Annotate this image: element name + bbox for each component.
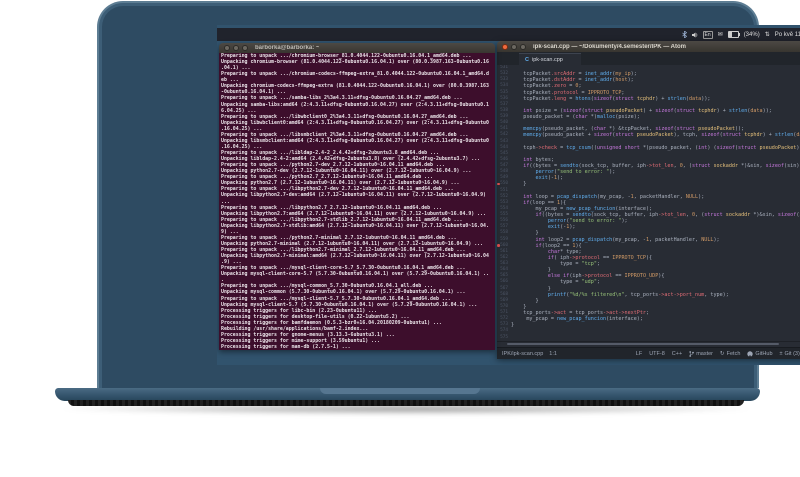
- terminal-line: Unpacking libwbclient0:amd64 (2:4.3.11+d…: [221, 119, 489, 126]
- laptop-mockup: En ✉ (34%) ⇅ Po kvě 11 16:09:29 barborka…: [0, 0, 800, 477]
- atom-close-button[interactable]: [502, 43, 508, 50]
- fetch-label: Fetch: [726, 350, 741, 357]
- status-fetch[interactable]: ↻ Fetch: [720, 351, 740, 357]
- terminal-maximize-button[interactable]: [242, 45, 248, 51]
- terminal-titlebar[interactable]: barborka@barborka: ~: [219, 43, 495, 53]
- branch-icon: [689, 350, 695, 357]
- terminal-line: Preparing to unpack .../libpython2.7-std…: [221, 216, 463, 223]
- terminal-line: Unpacking mysql-common (5.7.30-0ubuntu0.…: [221, 289, 466, 296]
- terminal-output[interactable]: Preparing to unpack .../chromium-browser…: [219, 53, 495, 350]
- clock[interactable]: Po kvě 11 16:09:29: [775, 32, 800, 38]
- desktop: En ✉ (34%) ⇅ Po kvě 11 16:09:29 barborka…: [217, 25, 800, 365]
- terminal-line: Unpacking mysql-client-core-5.7 (5.7.30-…: [221, 271, 489, 278]
- terminal-close-button[interactable]: [224, 45, 230, 51]
- atom-titlebar[interactable]: ipk-scan.cpp — ~/Dokumenty/4.semester/IP…: [497, 41, 800, 52]
- cpp-file-icon: C: [525, 56, 529, 63]
- laptop-shadow: [62, 403, 750, 415]
- battery-icon[interactable]: [727, 31, 740, 38]
- scrollbar-handle[interactable]: [507, 343, 779, 345]
- terminal-minimize-button[interactable]: [233, 45, 239, 51]
- laptop-base-notch: [320, 388, 480, 394]
- terminal-line: Preparing to unpack .../libsmbclient_2%3…: [221, 131, 469, 138]
- bluetooth-icon[interactable]: [681, 31, 687, 38]
- atom-minimize-button[interactable]: [511, 43, 517, 50]
- atom-window: ipk-scan.cpp — ~/Dokumenty/4.semester/IP…: [497, 41, 800, 359]
- horizontal-scrollbar[interactable]: [497, 341, 800, 347]
- status-encoding[interactable]: UTF-8: [649, 351, 665, 357]
- github-icon: [747, 350, 754, 357]
- terminal-line: Unpacking libpython2.7-dev:amd64 (2.7.12…: [221, 192, 486, 199]
- line-number: 575: [500, 334, 508, 340]
- atom-tab-bar: C ipk-scan.cpp: [497, 52, 800, 65]
- terminal-line: Unpacking libpython2.7-minimal:amd64 (2.…: [221, 253, 489, 260]
- status-language[interactable]: C++: [672, 351, 682, 357]
- linter-error-icon: [497, 244, 500, 247]
- terminal-window: barborka@barborka: ~ Preparing to unpack…: [219, 43, 495, 350]
- terminal-line: Unpacking libpython2.7-stdlib:amd64 (2.7…: [221, 222, 489, 229]
- diff-icon: ±: [779, 350, 783, 357]
- battery-percentage: (34%): [743, 31, 760, 38]
- status-line-ending[interactable]: LF: [636, 351, 642, 357]
- terminal-line: Unpacking chromium-browser (81.0.4044.12…: [221, 59, 489, 66]
- terminal-line: Unpacking mysql-client-5.7 (5.7.30-0ubun…: [221, 301, 478, 308]
- network-arrows-icon[interactable]: ⇅: [765, 31, 770, 38]
- code-line[interactable]: 575: [497, 335, 800, 341]
- mail-icon[interactable]: ✉: [718, 31, 723, 38]
- tab-label: ipk-scan.cpp: [531, 56, 563, 63]
- terminal-line: Processing triggers for man-db (2.7.5-1)…: [221, 344, 351, 350]
- terminal-line: Unpacking samba-libs:amd64 (2:4.3.11+dfs…: [221, 101, 489, 108]
- terminal-title: barborka@barborka: ~: [255, 45, 320, 51]
- atom-title: ipk-scan.cpp — ~/Dokumenty/4.semester/IP…: [533, 43, 686, 50]
- linter-error-icon: [497, 182, 500, 186]
- status-github[interactable]: GitHub: [747, 350, 773, 357]
- terminal-line: Preparing to unpack .../chromium-codecs-…: [221, 71, 489, 78]
- top-panel: En ✉ (34%) ⇅ Po kvě 11 16:09:29: [217, 28, 800, 41]
- atom-maximize-button[interactable]: [520, 43, 526, 50]
- github-label: GitHub: [755, 350, 773, 357]
- status-cursor-position[interactable]: 1:1: [549, 351, 557, 357]
- laptop-lid: En ✉ (34%) ⇅ Po kvě 11 16:09:29 barborka…: [97, 1, 800, 388]
- keyboard-layout-indicator[interactable]: En: [702, 30, 713, 39]
- sync-icon: ↻: [720, 350, 725, 357]
- terminal-line: Preparing to unpack .../samba-libs_2%3a4…: [221, 95, 463, 102]
- atom-status-bar: IPK/ipk-scan.cpp 1:1 LF UTF-8 C++ master…: [497, 347, 800, 359]
- status-git-changes[interactable]: ± Git (3): [780, 351, 800, 357]
- code-editor[interactable]: 531 532 tcpPacket.srcAddr = inet_addr(my_…: [497, 65, 800, 341]
- volume-icon[interactable]: [691, 32, 698, 38]
- status-file-path[interactable]: IPK/ipk-scan.cpp: [502, 351, 543, 357]
- terminal-line: Preparing to unpack .../libwbclient0_2%3…: [221, 113, 469, 120]
- tab-ipk-scan[interactable]: C ipk-scan.cpp: [519, 53, 581, 65]
- terminal-line: Unpacking libpython2.7:amd64 (2.7.12-1ub…: [221, 210, 486, 217]
- branch-name: master: [696, 350, 714, 357]
- git-changes-label: Git (3): [784, 350, 800, 357]
- status-git-branch[interactable]: master: [689, 351, 713, 357]
